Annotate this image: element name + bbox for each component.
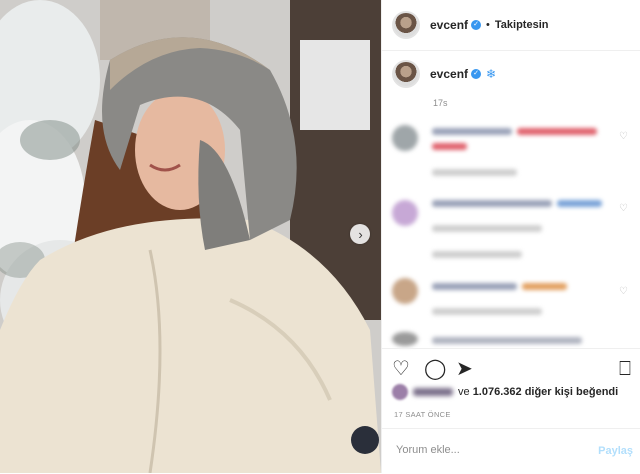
likes-prefix: ve <box>458 386 470 398</box>
share-icon[interactable]: ➤ <box>456 359 473 379</box>
comment-like-icon[interactable]: ♡ <box>619 286 628 297</box>
post-photo[interactable]: › <box>0 0 381 473</box>
follow-status-button[interactable]: Takiptesin <box>495 19 549 31</box>
separator-dot: • <box>486 19 490 31</box>
post-actions: ♡ ◯ ➤ ⎕ <box>382 348 640 389</box>
blurred-comment-author <box>432 128 512 135</box>
comment-composer: Paylaş <box>382 428 640 474</box>
blurred-comment-text <box>432 200 552 207</box>
avatar[interactable] <box>392 11 420 39</box>
photo-scene <box>0 0 381 473</box>
comment-input[interactable] <box>394 443 578 457</box>
caption-avatar[interactable] <box>392 60 420 88</box>
snowflake-icon: ❄ <box>486 67 497 81</box>
blurred-comment-text <box>432 143 467 150</box>
post-comment-button[interactable]: Paylaş <box>598 445 633 457</box>
blurred-comment-meta <box>432 225 542 232</box>
bookmark-icon[interactable]: ⎕ <box>619 359 631 379</box>
comment-icon[interactable]: ◯ <box>424 359 446 379</box>
post-time-ago: 17 SAAT ÖNCE <box>394 410 451 419</box>
caption: evcenf ✓ ❄ <box>382 60 640 88</box>
likes-suffix: diğer kişi beğendi <box>524 386 619 398</box>
verified-badge-icon: ✓ <box>471 69 482 79</box>
comment-like-icon[interactable]: ♡ <box>619 203 628 214</box>
blurred-comment-meta <box>432 308 542 315</box>
blurred-comment-meta <box>432 251 522 258</box>
blurred-liker-name <box>413 388 453 396</box>
blurred-comment-text <box>432 337 582 344</box>
heart-icon[interactable]: ♡ <box>392 359 410 379</box>
comment-avatar[interactable] <box>392 332 418 346</box>
caption-username[interactable]: evcenf <box>430 67 468 81</box>
comment-avatar[interactable] <box>392 278 418 304</box>
next-photo-button[interactable]: › <box>350 224 370 244</box>
chevron-right-icon: › <box>358 226 363 242</box>
verified-badge-icon: ✓ <box>471 20 482 30</box>
comment-like-icon[interactable]: ♡ <box>619 131 628 142</box>
blurred-comment-text <box>517 128 597 135</box>
blurred-comment-text <box>522 283 567 290</box>
header-username[interactable]: evcenf <box>430 18 468 32</box>
likes-count: 1.076.362 <box>472 386 522 398</box>
post-header: evcenf ✓ • Takiptesin <box>382 0 640 51</box>
blurred-comment-meta <box>432 169 517 176</box>
blurred-comment-text <box>557 200 602 207</box>
caption-time: 17s <box>433 98 448 108</box>
blurred-comment-author <box>432 283 517 290</box>
post-side-panel: evcenf ✓ • Takiptesin evcenf ✓ ❄ 17s ♡ ♡ <box>381 0 640 473</box>
liker-avatar <box>392 384 408 400</box>
comment-avatar[interactable] <box>392 125 418 151</box>
comment-avatar[interactable] <box>392 200 418 226</box>
likes-summary[interactable]: ve 1.076.362 diğer kişi beğendi <box>392 384 618 400</box>
